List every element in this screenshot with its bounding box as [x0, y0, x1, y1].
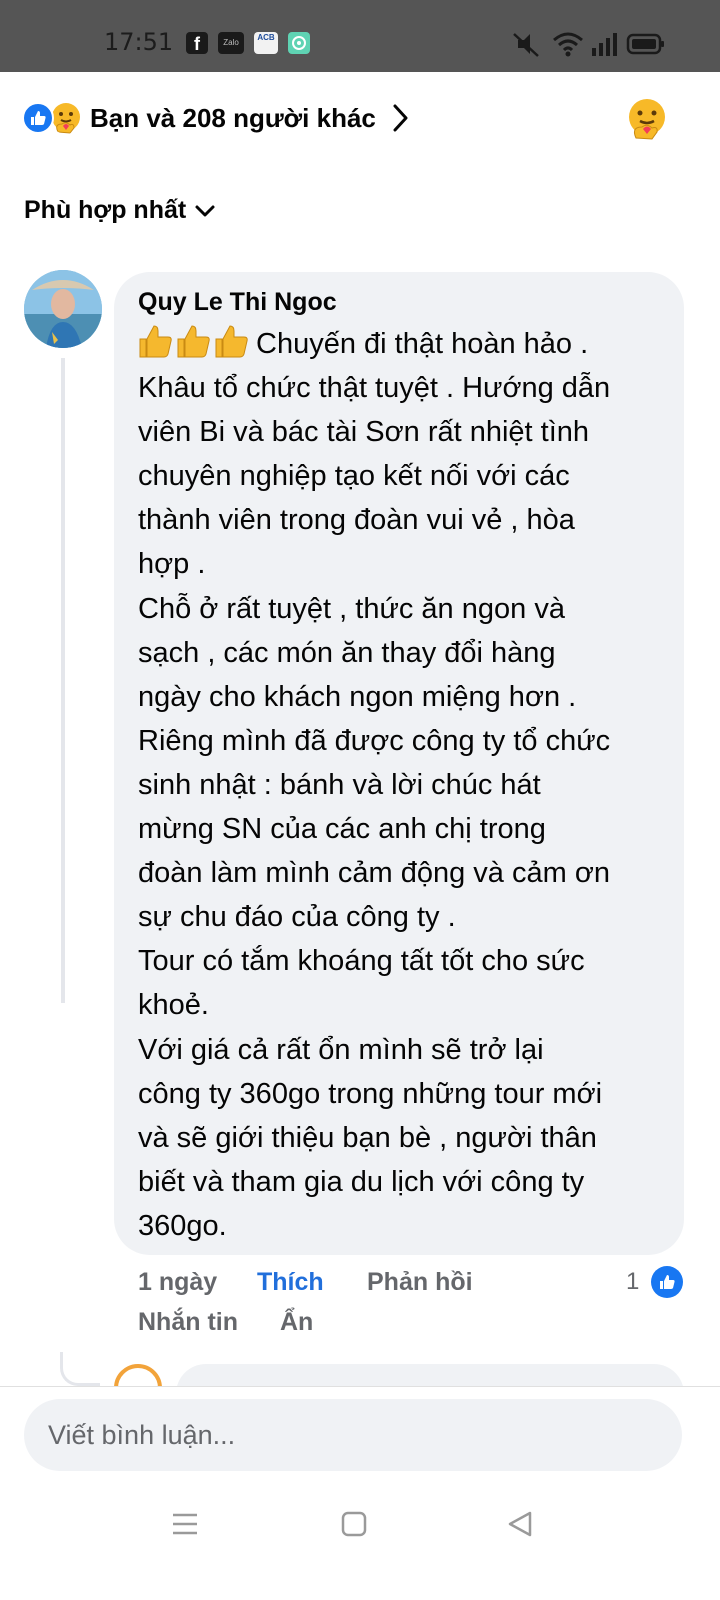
sort-dropdown[interactable]: Phù hợp nhất [24, 196, 216, 225]
comment-author[interactable]: Quy Le Thi Ngoc [138, 286, 660, 318]
comment-like-count[interactable]: 1 [626, 1266, 684, 1298]
thumbs-up-emoji-icon [139, 325, 248, 358]
comment-input[interactable] [24, 1399, 682, 1471]
status-time: 17:51 [104, 28, 174, 56]
thread-line [61, 358, 65, 1003]
hide-action[interactable]: Ẩn [280, 1308, 313, 1337]
like-reaction-icon [22, 102, 54, 134]
care-reaction-icon [52, 103, 80, 134]
reply-action[interactable]: Phản hồi [367, 1268, 473, 1297]
chat-app-icon [288, 32, 310, 54]
chevron-right-icon [393, 104, 408, 132]
reactions-summary[interactable]: Bạn và 208 người khác [22, 100, 410, 136]
comment-bubble[interactable]: Quy Le Thi Ngoc Chuyến đi thật hoàn hảo … [114, 272, 684, 1255]
acb-icon: ACB [254, 32, 278, 54]
care-react-button-icon[interactable] [626, 98, 668, 140]
comment-body: Chuyến đi thật hoàn hảo . Khâu tổ chức t… [138, 328, 611, 1242]
sort-label: Phù hợp nhất [24, 196, 187, 224]
zalo-icon: Zalo [218, 32, 244, 54]
signal-icon [592, 33, 617, 56]
home-icon[interactable] [340, 1510, 368, 1538]
like-action[interactable]: Thích [257, 1268, 324, 1297]
system-navbar [0, 1490, 720, 1560]
wifi-icon [553, 32, 583, 57]
like-icon [651, 1266, 684, 1298]
reply-connector [60, 1352, 100, 1386]
comment-text: Chuyến đi thật hoàn hảo . Khâu tổ chức t… [138, 322, 660, 1248]
status-bar: 17:51 f Zalo ACB [0, 0, 720, 72]
menu-icon[interactable] [170, 1510, 200, 1538]
mute-icon [513, 33, 539, 57]
message-action[interactable]: Nhắn tin [138, 1308, 238, 1337]
battery-icon [626, 33, 664, 55]
comment-timestamp: 1 ngày [138, 1268, 218, 1296]
chevron-down-icon [195, 205, 215, 216]
reactions-summary-text: Bạn và 208 người khác [90, 102, 376, 133]
avatar[interactable] [24, 270, 102, 348]
back-icon[interactable] [506, 1510, 534, 1538]
like-count-number: 1 [626, 1268, 640, 1295]
facebook-icon: f [186, 32, 208, 54]
